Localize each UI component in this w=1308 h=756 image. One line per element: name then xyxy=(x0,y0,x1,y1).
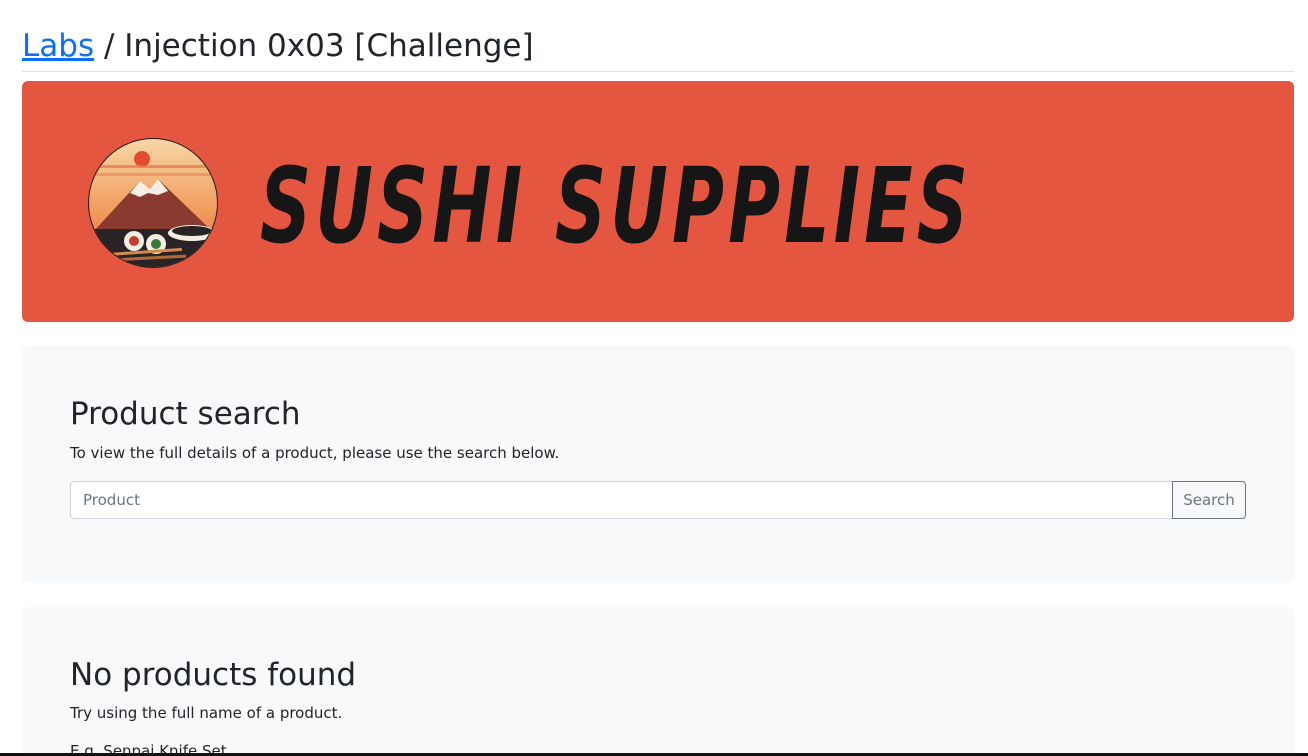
results-heading: No products found xyxy=(70,657,357,693)
page-title: Labs / Injection 0x03 [Challenge] xyxy=(22,26,1294,66)
page: Labs / Injection 0x03 [Challenge] SUSHI … xyxy=(0,0,1308,756)
search-results-card: No products found Try using the full nam… xyxy=(22,607,1294,756)
product-search-card: Product search To view the full details … xyxy=(22,346,1294,583)
search-form: Search xyxy=(70,481,1246,519)
banner-logo-text: SUSHI SUPPLIES xyxy=(260,145,972,267)
breadcrumb-separator: / xyxy=(103,28,115,64)
search-heading: Product search xyxy=(70,396,301,432)
results-hint: Try using the full name of a product. xyxy=(70,704,343,722)
search-description: To view the full details of a product, p… xyxy=(70,444,560,462)
sushi-supplies-banner: SUSHI SUPPLIES xyxy=(22,81,1294,322)
breadcrumb-labs-link[interactable]: Labs xyxy=(22,28,94,64)
page-header: Labs / Injection 0x03 [Challenge] xyxy=(22,26,1294,72)
product-search-input[interactable] xyxy=(70,481,1172,519)
search-button[interactable]: Search xyxy=(1172,481,1246,519)
lab-title: Injection 0x03 [Challenge] xyxy=(124,28,534,64)
